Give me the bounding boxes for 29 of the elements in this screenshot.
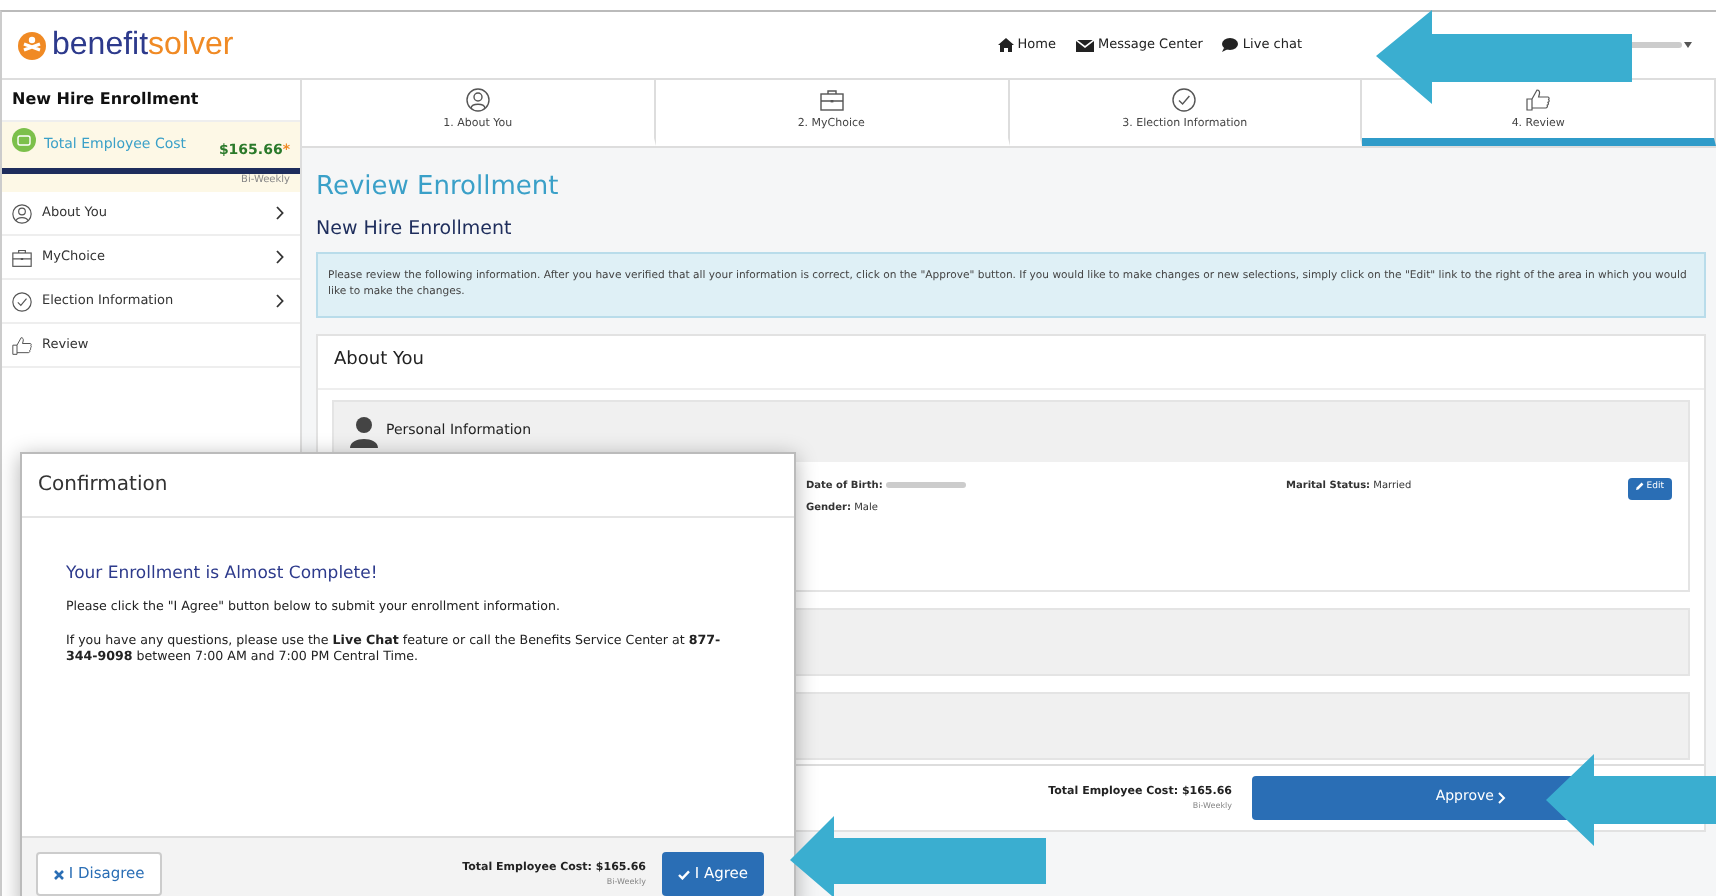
briefcase-icon	[12, 247, 32, 267]
chevron-right-icon	[276, 250, 284, 264]
person-icon	[465, 88, 490, 113]
home-icon	[997, 38, 1014, 52]
person-icon	[12, 203, 32, 223]
logo-text: benefitsolver	[52, 25, 234, 65]
dialog-heading: Your Enrollment is Almost Complete!	[66, 562, 380, 588]
section-title: About You	[318, 336, 1704, 390]
page-title: Review Enrollment	[316, 170, 561, 206]
checkmark-icon	[677, 869, 690, 880]
briefcase-icon	[819, 88, 844, 113]
redacted-value	[885, 481, 966, 488]
thumbs-up-icon	[1526, 88, 1551, 113]
dialog-title: Confirmation	[22, 454, 794, 518]
chevron-right-icon	[1498, 791, 1507, 804]
chevron-right-icon	[276, 294, 284, 308]
caret-icon[interactable]	[1684, 42, 1692, 48]
wallet-icon	[12, 128, 36, 152]
pencil-icon	[1635, 481, 1644, 490]
chat-bubble-icon	[1222, 38, 1239, 52]
close-icon	[54, 869, 64, 880]
check-circle-icon	[1172, 88, 1197, 113]
check-circle-icon	[12, 291, 32, 311]
logo-icon	[18, 31, 46, 59]
chevron-right-icon	[276, 206, 284, 220]
page-subtitle: New Hire Enrollment	[316, 215, 514, 243]
person-silhouette-icon	[350, 415, 378, 448]
envelope-icon	[1075, 39, 1094, 51]
thumbs-up-icon	[12, 335, 32, 355]
